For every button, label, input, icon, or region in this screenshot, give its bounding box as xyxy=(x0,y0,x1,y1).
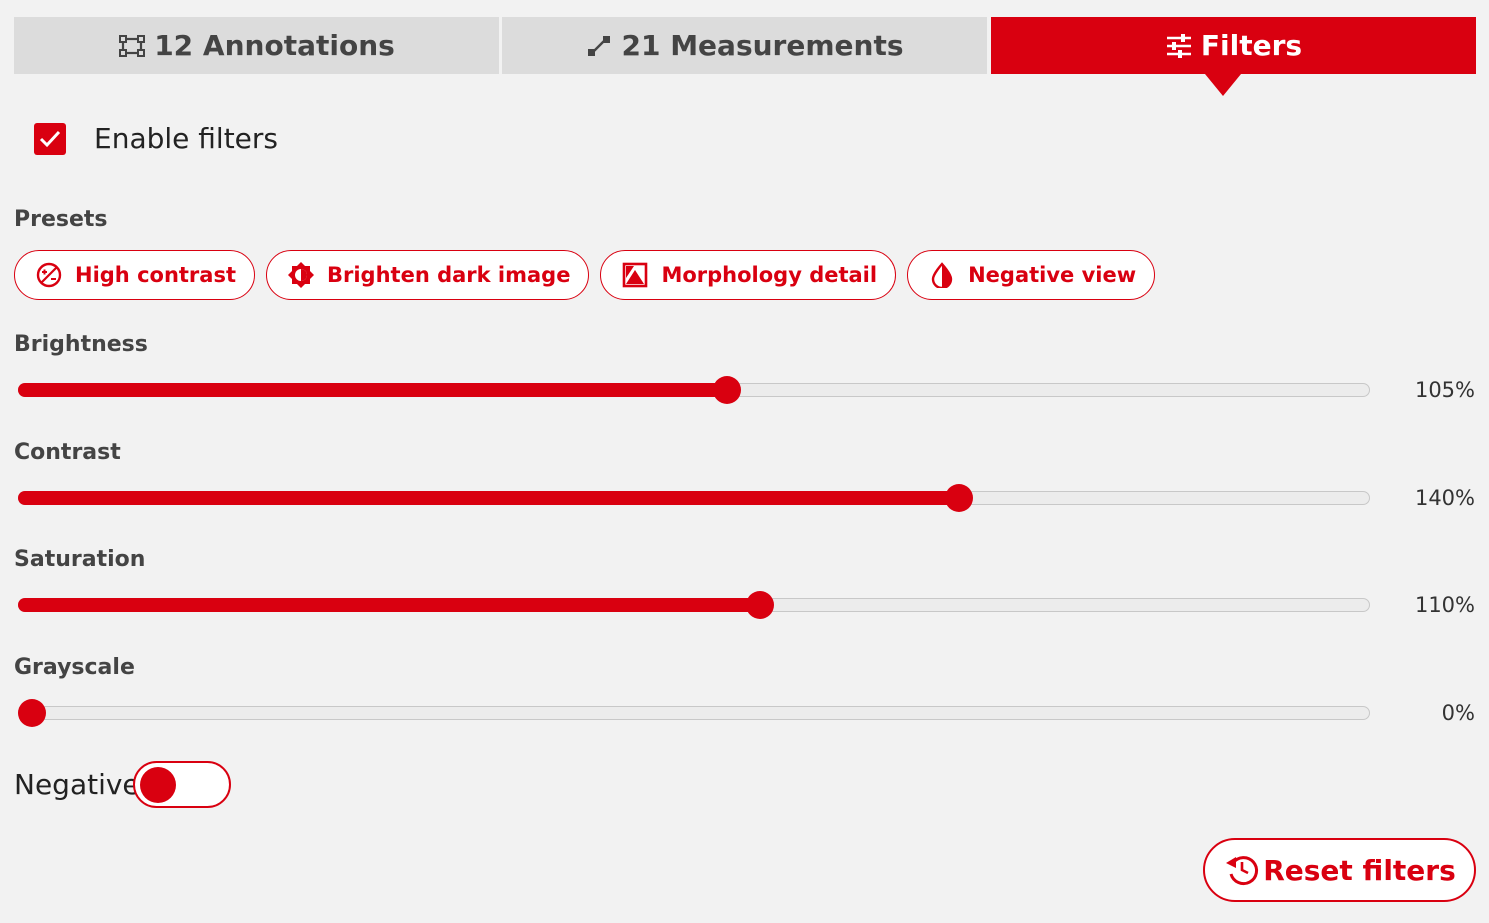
preset-label: Brighten dark image xyxy=(327,263,571,287)
presets-title: Presets xyxy=(14,207,108,232)
brightness-icon xyxy=(287,261,315,289)
enable-filters-checkbox[interactable] xyxy=(34,122,66,155)
slider-fill xyxy=(18,491,959,505)
slider-thumb[interactable] xyxy=(746,591,775,619)
slider-fill xyxy=(18,598,761,612)
reset-icon xyxy=(1223,851,1261,889)
brightness-value: 105% xyxy=(1414,378,1475,402)
preset-high-contrast[interactable]: High contrast xyxy=(14,250,255,300)
active-tab-indicator xyxy=(1205,74,1241,96)
slider-track xyxy=(18,706,1370,720)
enable-filters-label: Enable filters xyxy=(94,122,278,155)
reset-filters-button[interactable]: Reset filters xyxy=(1203,838,1476,902)
grayscale-label: Grayscale xyxy=(14,655,135,680)
annotations-icon xyxy=(118,32,146,60)
tab-measurements[interactable]: 21 Measurements xyxy=(502,17,987,74)
ruler-icon xyxy=(585,32,613,60)
preset-label: Morphology detail xyxy=(661,263,878,287)
negative-label: Negative xyxy=(14,768,140,801)
tab-filters[interactable]: Filters xyxy=(991,17,1476,74)
enable-filters-row: Enable filters xyxy=(34,122,278,155)
contrast-value: 140% xyxy=(1414,486,1475,510)
negative-toggle[interactable] xyxy=(133,761,231,808)
preset-label: High contrast xyxy=(75,263,236,287)
preset-brighten-dark-image[interactable]: Brighten dark image xyxy=(266,250,590,300)
checkmark-icon xyxy=(39,130,61,148)
detail-icon xyxy=(621,261,649,289)
tab-bar: 12 Annotations 21 Measurements Filters xyxy=(14,17,1476,74)
toggle-knob xyxy=(140,767,176,803)
preset-label: Negative view xyxy=(968,263,1137,287)
slider-thumb[interactable] xyxy=(713,376,742,404)
contrast-label: Contrast xyxy=(14,440,121,465)
tab-annotations[interactable]: 12 Annotations xyxy=(14,17,499,74)
saturation-value: 110% xyxy=(1414,593,1475,617)
preset-list: High contrast Brighten dark image Morpho… xyxy=(14,250,1166,300)
tab-measurements-label: 21 Measurements xyxy=(621,29,904,62)
grayscale-value: 0% xyxy=(1441,701,1475,725)
reset-filters-label: Reset filters xyxy=(1263,853,1456,887)
saturation-slider[interactable] xyxy=(18,591,1370,619)
slider-fill xyxy=(18,383,728,397)
tab-annotations-label: 12 Annotations xyxy=(154,29,395,62)
invert-icon xyxy=(928,261,956,289)
brightness-label: Brightness xyxy=(14,332,148,357)
brightness-slider[interactable] xyxy=(18,376,1370,404)
grayscale-slider[interactable] xyxy=(18,699,1370,727)
preset-negative-view[interactable]: Negative view xyxy=(907,250,1156,300)
filters-panel: 12 Annotations 21 Measurements Filters E… xyxy=(0,0,1489,923)
slider-thumb[interactable] xyxy=(944,484,973,512)
contrast-slider[interactable] xyxy=(18,484,1370,512)
slider-thumb[interactable] xyxy=(18,699,46,727)
tab-filters-label: Filters xyxy=(1200,29,1303,62)
contrast-icon xyxy=(35,261,63,289)
saturation-label: Saturation xyxy=(14,547,146,572)
preset-morphology-detail[interactable]: Morphology detail xyxy=(600,250,897,300)
sliders-icon xyxy=(1165,32,1193,60)
